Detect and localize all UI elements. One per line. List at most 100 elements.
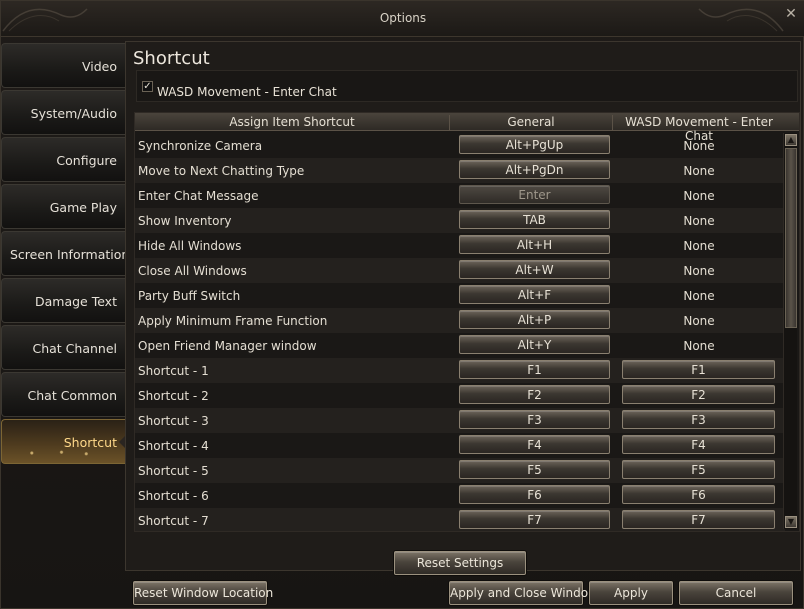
general-key-button[interactable]: Alt+F [459,285,610,304]
wasd-key-value: None [683,314,715,328]
tab-damage-text[interactable]: Damage Text [1,278,125,323]
shortcut-table: Assign Item Shortcut General WASD Moveme… [134,112,800,532]
table-row: Move to Next Chatting Type Alt+PgDn None [135,158,785,183]
general-key-button[interactable]: F6 [459,485,610,504]
wasd-key-button[interactable]: F2 [622,385,775,404]
table-row: Shortcut - 4 F4 F4 [135,433,785,458]
row-label: Open Friend Manager window [138,339,317,353]
tab-shortcut[interactable]: Shortcut [1,419,125,464]
sidebar: Video System/Audio Configure Game Play S… [1,43,125,466]
tab-label: Chat Common [27,388,117,403]
general-key-button[interactable]: F5 [459,460,610,479]
apply-and-close-button[interactable]: Apply and Close Window [449,581,598,605]
general-key-button[interactable]: Alt+W [459,260,610,279]
cancel-button[interactable]: Cancel [679,581,793,605]
tab-label: Video [81,59,117,74]
wasd-key-value: None [683,189,715,203]
table-header: Assign Item Shortcut General WASD Moveme… [135,113,799,143]
wasd-key-button[interactable]: F4 [622,435,775,454]
reset-window-location-button[interactable]: Reset Window Location [133,581,273,605]
wasd-key-value: None [683,339,715,353]
wasd-key-value: None [683,264,715,278]
tab-label: Chat Channel [32,341,117,356]
tab-label: System/Audio [30,106,117,121]
row-label: Hide All Windows [138,239,242,253]
general-key-button[interactable]: Alt+PgUp [459,135,610,154]
scroll-thumb[interactable] [785,148,797,328]
table-row: Close All Windows Alt+W None [135,258,785,283]
row-label: Shortcut - 1 [138,364,209,378]
wasd-key-button[interactable]: F5 [622,460,775,479]
tab-configure[interactable]: Configure [1,137,125,182]
wasd-key-value: None [683,214,715,228]
tab-game-play[interactable]: Game Play [1,184,125,229]
wasd-checkbox[interactable]: ✓ [142,81,153,92]
wasd-key-button[interactable]: F6 [622,485,775,504]
row-label: Synchronize Camera [138,139,263,153]
general-key-button[interactable]: TAB [459,210,610,229]
content-panel: Shortcut ✓ WASD Movement - Enter Chat As… [125,41,801,575]
active-tab-glow [12,449,111,457]
general-key-button[interactable]: F3 [459,410,610,429]
column-header-wasd: WASD Movement - Enter Chat [625,115,773,143]
tab-chat-channel[interactable]: Chat Channel [1,325,125,370]
table-row: Enter Chat Message Enter None [135,183,785,208]
general-key-button[interactable]: Enter [459,185,610,204]
table-row: Shortcut - 2 F2 F2 [135,383,785,408]
tab-screen-information[interactable]: Screen Information [1,231,125,276]
table-row: Shortcut - 7 F7 F7 [135,508,785,531]
general-key-button[interactable]: Alt+PgDn [459,160,610,179]
table-row: Synchronize Camera Alt+PgUp None [135,133,785,158]
tab-label: Damage Text [34,294,117,309]
tab-label: Configure [56,153,117,168]
row-label: Apply Minimum Frame Function [138,314,328,328]
wasd-key-value: None [683,139,715,153]
table-row: Open Friend Manager window Alt+Y None [135,333,785,358]
row-label: Party Buff Switch [138,289,241,303]
column-header-general: General [450,115,613,131]
general-key-button[interactable]: F7 [459,510,610,529]
general-key-button[interactable]: F4 [459,435,610,454]
table-row: Hide All Windows Alt+H None [135,233,785,258]
reset-settings-button[interactable]: Reset Settings [394,551,526,575]
table-row: Shortcut - 5 F5 F5 [135,458,785,483]
row-label: Show Inventory [138,214,232,228]
window-title: Options [379,11,427,25]
options-window: Options ✕ Video System/Audio Configure G… [0,0,804,609]
general-key-button[interactable]: F1 [459,360,610,379]
wasd-key-value: None [683,239,715,253]
table-row: Apply Minimum Frame Function Alt+P None [135,308,785,333]
table-row: Party Buff Switch Alt+F None [135,283,785,308]
table-row: Shortcut - 1 F1 F1 [135,358,785,383]
table-row: Shortcut - 3 F3 F3 [135,408,785,433]
row-label: Shortcut - 4 [138,439,209,453]
row-label: Shortcut - 2 [138,389,209,403]
title-bar: Options ✕ [1,1,804,37]
wasd-key-button[interactable]: F7 [622,510,775,529]
table-scrollbar[interactable]: ▲ ▼ [783,133,797,529]
apply-button[interactable]: Apply [589,581,673,605]
wasd-key-value: None [683,164,715,178]
column-header-action: Assign Item Shortcut [135,115,450,131]
general-key-button[interactable]: Alt+Y [459,335,610,354]
row-label: Enter Chat Message [138,189,259,203]
general-key-button[interactable]: Alt+P [459,310,610,329]
general-key-button[interactable]: F2 [459,385,610,404]
table-row: Shortcut - 6 F6 F6 [135,483,785,508]
scroll-down-icon[interactable]: ▼ [785,516,797,528]
tab-system-audio[interactable]: System/Audio [1,90,125,135]
tab-label: Screen Information [10,247,125,262]
row-label: Move to Next Chatting Type [138,164,305,178]
scroll-up-icon[interactable]: ▲ [785,134,797,146]
ornament-right-icon [698,8,784,32]
wasd-key-value: None [683,289,715,303]
tab-chat-common[interactable]: Chat Common [1,372,125,417]
general-key-button[interactable]: Alt+H [459,235,610,254]
wasd-key-button[interactable]: F3 [622,410,775,429]
close-icon[interactable]: ✕ [783,6,799,22]
wasd-key-button[interactable]: F1 [622,360,775,379]
row-label: Close All Windows [138,264,247,278]
tab-video[interactable]: Video [1,43,125,88]
wasd-checkbox-label[interactable]: WASD Movement - Enter Chat [157,85,337,99]
table-row: Show Inventory TAB None [135,208,785,233]
